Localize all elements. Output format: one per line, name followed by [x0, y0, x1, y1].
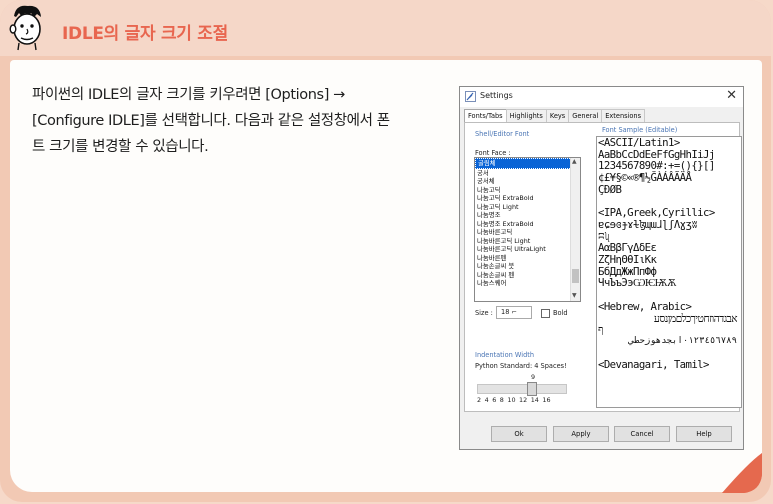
section-title: IDLE의 글자 크기 조절 — [62, 24, 228, 44]
character-face-icon — [9, 5, 41, 51]
sample-line: <ASCII/Latin1> — [598, 136, 680, 149]
header-bar: IDLE의 글자 크기 조절 — [0, 0, 771, 56]
list-item[interactable]: 나눔바른고딕 — [475, 228, 580, 237]
help-button[interactable]: Help — [676, 426, 732, 442]
tab-highlights[interactable]: Highlights — [505, 109, 547, 123]
tab-bar: Fonts/Tabs Highlights Keys General Exten… — [464, 109, 646, 123]
apply-button[interactable]: Apply — [553, 426, 609, 442]
size-dropdown[interactable]: 18 ⌐ — [496, 306, 532, 319]
list-item[interactable]: 나눔명조 — [475, 211, 580, 220]
list-item[interactable]: 궁서 — [475, 169, 580, 178]
list-item[interactable]: 나눔고딕 Light — [475, 203, 580, 212]
indent-slider-thumb[interactable] — [527, 382, 537, 396]
description-line: 파이썬의 IDLE의 글자 크기를 키우려면 [Options] → — [32, 87, 345, 103]
indent-value: 9 — [531, 373, 536, 381]
indentation-width-heading: Indentation Width — [475, 351, 535, 359]
python-standard-label: Python Standard: 4 Spaces! — [475, 362, 567, 370]
list-item[interactable]: 나눔고딕 ExtraBold — [475, 194, 580, 203]
font-face-list[interactable]: 굴림체 궁서 궁서체 나눔고딕 나눔고딕 ExtraBold 나눔고딕 Ligh… — [474, 157, 581, 302]
list-item[interactable]: 나눔바른고딕 Light — [475, 237, 580, 246]
list-item[interactable]: 나눔손글씨 펜 — [475, 271, 580, 280]
arabic-sample-line: ٠١٢٣٤٥٦٧٨٩ابجدهوزحطي — [628, 335, 738, 346]
font-list-scrollbar[interactable]: ▲ ▼ — [570, 158, 580, 301]
feather-icon — [465, 91, 476, 102]
sample-line: ɐɕɘɞɟɤɫɮɰɯɺɭʃɅɣʒʬ — [598, 217, 698, 231]
hebrew-sample-line: ף — [598, 323, 604, 337]
list-item[interactable]: 나눔고딕 — [475, 186, 580, 195]
slide-card: IDLE의 글자 크기 조절 파이썬의 IDLE의 글자 크기를 키우려면 [O… — [0, 0, 771, 502]
shell-editor-font-heading: Shell/Editor Font — [475, 130, 530, 138]
settings-dialog: Settings ✕ Fonts/Tabs Highlights Keys Ge… — [459, 86, 744, 450]
dialog-title: Settings — [480, 91, 513, 100]
fonts-tabs-pane: Shell/Editor Font Font Face : 굴림체 궁서 궁서체… — [464, 122, 742, 412]
sample-line: <Hebrew, Arabic> — [598, 299, 692, 313]
indent-slider-track[interactable] — [477, 384, 567, 394]
chevron-down-icon: ⌐ — [511, 308, 518, 316]
ok-button[interactable]: Ok — [491, 426, 547, 442]
slider-tick-labels: 2 4 6 8 10 12 14 16 — [477, 396, 551, 404]
list-item[interactable]: 굴림체 — [475, 158, 580, 169]
list-item[interactable]: 궁서체 — [475, 177, 580, 186]
bold-checkbox[interactable] — [541, 309, 550, 318]
chevron-up-icon[interactable]: ▲ — [572, 158, 577, 165]
list-item[interactable]: 나눔손글씨 붓 — [475, 262, 580, 271]
scrollbar-thumb[interactable] — [572, 269, 579, 283]
bold-label: Bold — [553, 309, 568, 317]
description-line: 트 크기를 변경할 수 있습니다. — [32, 139, 209, 155]
list-item[interactable]: 나눔바른펜 — [475, 254, 580, 263]
dialog-titlebar: Settings ✕ — [460, 87, 743, 107]
size-value: 18 — [501, 308, 510, 316]
list-item[interactable]: 나눔바른고딕 UltraLight — [475, 245, 580, 254]
close-icon[interactable]: ✕ — [726, 88, 737, 103]
font-sample-heading: Font Sample (Editable) — [602, 126, 678, 134]
content-panel: 파이썬의 IDLE의 글자 크기를 키우려면 [Options] → [Conf… — [10, 60, 762, 492]
size-label: Size : — [475, 309, 493, 317]
font-sample-textbox[interactable]: <ASCII/Latin1> AaBbCcDdEeFfGgHhIiJj 1234… — [596, 136, 742, 408]
sample-line: ΖζΗηΘθΙιΚκ — [598, 253, 657, 267]
font-face-label: Font Face : — [475, 149, 511, 157]
hebrew-sample-line: אבגדהוזחטיךכלםמןנסע — [653, 311, 738, 325]
sample-line: ЧчЪъЭэѠѤѬѪ — [598, 276, 677, 290]
description-text: 파이썬의 IDLE의 글자 크기를 키우려면 [Options] → [Conf… — [32, 82, 422, 160]
cancel-button[interactable]: Cancel — [614, 426, 670, 442]
tab-general[interactable]: General — [568, 109, 603, 123]
sample-line: ÇÐØB — [598, 182, 622, 196]
tab-keys[interactable]: Keys — [545, 109, 570, 123]
tab-fonts-tabs[interactable]: Fonts/Tabs — [464, 109, 507, 123]
tab-extensions[interactable]: Extensions — [601, 109, 646, 123]
list-item[interactable]: 나눔스퀘어 — [475, 279, 580, 288]
sample-line: <Devanagari, Tamil> — [598, 358, 709, 372]
chevron-down-icon[interactable]: ▼ — [572, 292, 577, 299]
list-item[interactable]: 나눔명조 ExtraBold — [475, 220, 580, 229]
description-line: [Configure IDLE]를 선택합니다. 다음과 같은 설정창에서 폰 — [32, 113, 390, 129]
page-corner-fold — [722, 453, 762, 493]
